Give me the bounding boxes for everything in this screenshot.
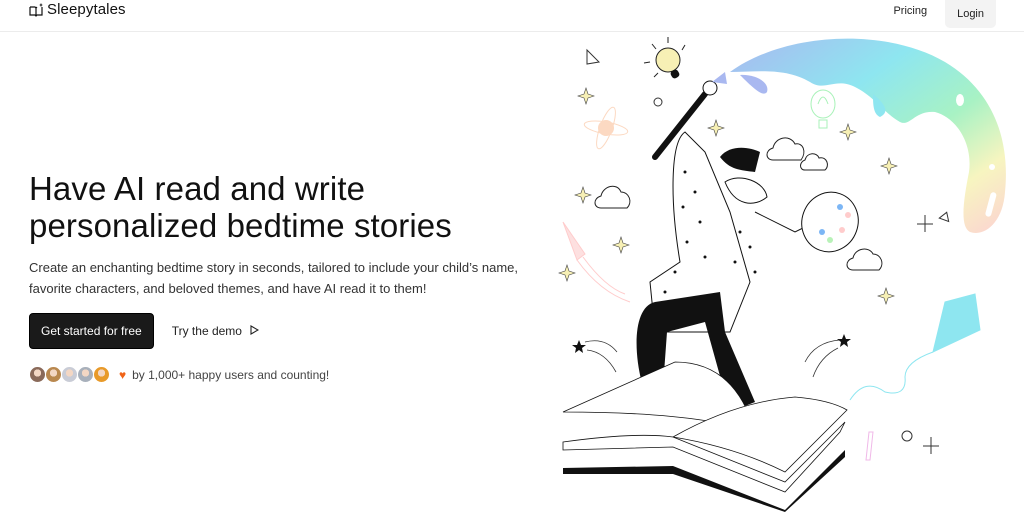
social-proof: ♥ by 1,000+ happy users and counting! bbox=[29, 366, 549, 383]
nav-links: Pricing Login bbox=[885, 0, 996, 28]
social-proof-text: by 1,000+ happy users and counting! bbox=[132, 367, 330, 382]
brand-name: Sleepytales bbox=[47, 1, 126, 18]
cta-group: Get started for free Try the demo bbox=[29, 313, 549, 349]
hero-title: Have AI read and write personalized bedt… bbox=[29, 170, 549, 244]
login-button[interactable]: Login bbox=[945, 0, 996, 28]
hero-title-line-2: personalized bedtime stories bbox=[29, 207, 452, 244]
brand-logo[interactable]: Sleepytales bbox=[29, 1, 126, 18]
play-outline-icon bbox=[250, 324, 260, 338]
user-avatar-1 bbox=[29, 366, 46, 383]
try-demo-button[interactable]: Try the demo bbox=[171, 324, 260, 338]
user-avatar-3 bbox=[61, 366, 78, 383]
get-started-button[interactable]: Get started for free bbox=[29, 313, 154, 349]
hero-section: Have AI read and write personalized bedt… bbox=[29, 170, 549, 383]
pricing-link[interactable]: Pricing bbox=[885, 0, 935, 25]
rainbow-splash bbox=[730, 38, 1006, 233]
lightbulb-icon bbox=[643, 37, 686, 79]
heart-icon: ♥ bbox=[119, 367, 127, 382]
hero-subtitle: Create an enchanting bedtime story in se… bbox=[29, 260, 518, 296]
try-demo-label: Try the demo bbox=[171, 324, 242, 338]
top-nav: Sleepytales Pricing Login bbox=[0, 0, 1024, 32]
user-avatar-5 bbox=[93, 366, 110, 383]
user-avatar-2 bbox=[45, 366, 62, 383]
user-avatar-4 bbox=[77, 366, 94, 383]
hero-illustration bbox=[555, 32, 1024, 512]
avatar-stack bbox=[29, 366, 110, 383]
hero-title-line-1: Have AI read and write bbox=[29, 170, 366, 207]
open-book-sparkle-icon bbox=[29, 2, 43, 17]
